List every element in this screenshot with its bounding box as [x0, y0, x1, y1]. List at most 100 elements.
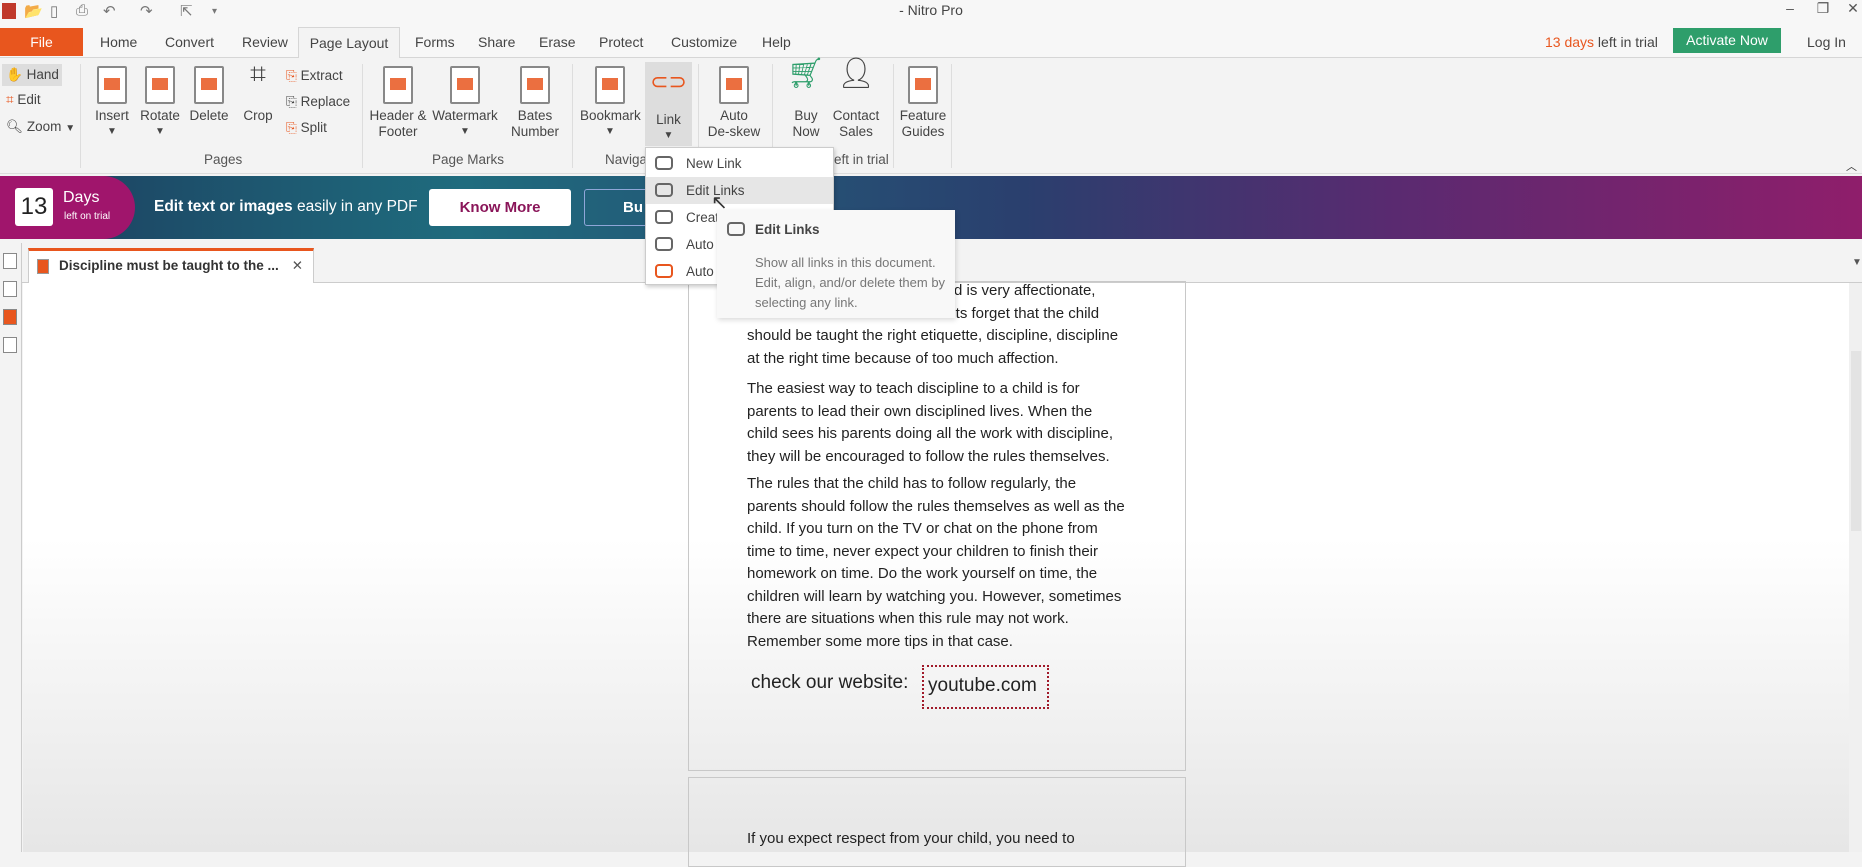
tab-home[interactable]: Home	[100, 34, 137, 50]
feature-guides-label: Feature Guides	[899, 108, 947, 139]
pages-panel-icon[interactable]	[3, 253, 17, 269]
youtube-link[interactable]: youtube.com	[922, 665, 1049, 709]
crop-icon: ⌗	[250, 58, 266, 89]
tab-customize[interactable]: Customize	[671, 34, 737, 50]
bookmarks-panel-icon[interactable]	[3, 309, 17, 325]
text-line: they will be encouraged to follow the ru…	[747, 447, 1110, 465]
tab-protect[interactable]: Protect	[599, 34, 643, 50]
tab-help[interactable]: Help	[762, 34, 791, 50]
link-button[interactable]: ⊂⊃ Link ▼	[645, 62, 692, 146]
paragraph-1-cont: should be taught the right etiquette, di…	[747, 325, 1147, 370]
bookmark-button[interactable]: Bookmark ▼	[580, 66, 641, 140]
website-label: check our website:	[751, 672, 909, 693]
rotate-label: Rotate	[140, 108, 180, 123]
log-in-link[interactable]: Log In	[1807, 34, 1846, 50]
mouse-cursor-icon: ↖	[711, 192, 728, 214]
text-line: children will learn by watching you. How…	[747, 587, 1122, 605]
document-tab[interactable]: Discipline must be taught to the ... ✕	[28, 248, 314, 284]
trial-days: 13 days	[1545, 34, 1595, 50]
vertical-scrollbar[interactable]	[1849, 283, 1862, 852]
header-footer-button[interactable]: Header & Footer	[368, 66, 428, 140]
delete-button[interactable]: Delete	[187, 66, 231, 124]
bates-number-button[interactable]: Bates Number	[505, 66, 565, 140]
contact-sales-label: Contact Sales	[832, 108, 880, 139]
paragraph-2: The easiest way to teach discipline to a…	[747, 378, 1147, 468]
crop-button[interactable]: ⌗ Crop	[236, 58, 280, 124]
group-label-page-marks: Page Marks	[432, 152, 505, 167]
tab-share[interactable]: Share	[478, 34, 515, 50]
split-button[interactable]: ⎘ Split	[286, 120, 327, 136]
edit-links-icon	[655, 183, 673, 197]
crop-label: Crop	[243, 108, 273, 123]
separator	[893, 64, 894, 168]
hand-icon: ✋	[6, 67, 23, 82]
menu-item-label: Auto	[686, 264, 714, 279]
text-line: parents should follow the rules themselv…	[747, 497, 1125, 515]
auto-deskew-label: Auto De-skew	[707, 108, 761, 139]
feature-guides-button[interactable]: Feature Guides	[898, 66, 948, 140]
extract-button[interactable]: ⎘ Extract	[286, 68, 343, 84]
paragraph-1: hild is very affectionate, ents forget th…	[939, 280, 1339, 325]
separator	[572, 64, 573, 168]
insert-button[interactable]: Insert ▼	[90, 66, 134, 140]
zoom-tool[interactable]: 🔍︎ Zoom ▼	[6, 119, 75, 135]
tab-forms[interactable]: Forms	[415, 34, 455, 50]
title-bar: 📂 ▯ ⎙ ↶ ↷ ⇱ ▾ - Nitro Pro – ❐ ✕	[0, 0, 1862, 26]
pdf-page: hild is very affectionate, ents forget th…	[688, 281, 1186, 771]
collapse-ribbon-icon[interactable]: ︿	[1846, 158, 1857, 174]
watermark-label: Watermark	[432, 108, 498, 123]
zoom-label: Zoom	[26, 119, 62, 134]
text-line: Remember some more tips in that case.	[747, 632, 1013, 650]
banner-bold: Edit text or images	[154, 198, 293, 215]
header-footer-label: Header & Footer	[369, 108, 427, 139]
security-panel-icon[interactable]	[3, 337, 17, 353]
tab-page-layout[interactable]: Page Layout	[298, 27, 400, 59]
restore-button[interactable]: ❐	[1808, 0, 1838, 17]
replace-button[interactable]: ⎘ Replace	[286, 94, 350, 110]
rotate-button[interactable]: Rotate ▼	[138, 66, 182, 140]
auto-deskew-button[interactable]: Auto De-skew	[704, 66, 764, 140]
menu-item-new-link[interactable]: New Link	[646, 150, 833, 177]
ribbon: ✋ Hand ⌗ Edit 🔍︎ Zoom ▼ Insert ▼ Rotate ▼ …	[0, 58, 1862, 174]
close-tab-button[interactable]: ✕	[292, 251, 303, 281]
activate-now-button[interactable]: Activate Now	[1673, 28, 1781, 53]
banner-text: Edit text or images easily in any PDF	[154, 198, 418, 216]
text-line: hild is very affectionate,	[939, 282, 1096, 299]
text-line: should be taught the right etiquette, di…	[747, 327, 1119, 344]
hand-tool[interactable]: ✋ Hand	[2, 64, 62, 86]
minimize-button[interactable]: –	[1775, 0, 1805, 16]
group-label-pages: Pages	[204, 152, 243, 167]
scrollbar-thumb[interactable]	[1851, 351, 1861, 531]
tooltip-body: Show all links in this document. Edit, a…	[755, 255, 946, 310]
edit-tool[interactable]: ⌗ Edit	[6, 92, 41, 108]
hand-label: Hand	[26, 67, 59, 82]
comments-panel-icon[interactable]	[3, 281, 17, 297]
separator	[362, 64, 363, 168]
trial-suffix: left in trial	[1594, 34, 1658, 50]
pdf-file-icon	[37, 259, 49, 274]
buy-now-button[interactable]: 🛒︎ Buy Now	[782, 59, 830, 140]
replace-icon: ⎘	[286, 94, 297, 109]
deskew-icon	[719, 66, 749, 104]
contact-sales-button[interactable]: 👤︎ Contact Sales	[830, 59, 882, 140]
text-line: child. If you turn on the TV or chat on …	[747, 520, 1098, 537]
tab-file[interactable]: File	[0, 28, 83, 56]
close-button[interactable]: ✕	[1838, 0, 1862, 17]
days-sub: left on trial	[64, 211, 111, 222]
know-more-button[interactable]: Know More	[429, 189, 571, 226]
document-viewer: hild is very affectionate, ents forget th…	[23, 281, 1849, 867]
tab-convert[interactable]: Convert	[165, 34, 214, 50]
watermark-button[interactable]: Watermark ▼	[432, 66, 498, 140]
auto-link-icon	[655, 237, 673, 251]
tab-list-chevron-icon[interactable]: ▼	[1852, 257, 1862, 268]
tab-erase[interactable]: Erase	[539, 34, 576, 50]
link-icon: ⊂⊃	[650, 69, 687, 94]
left-panel-bar	[0, 243, 22, 852]
link-label: Link	[656, 112, 681, 127]
header-footer-icon	[383, 66, 413, 104]
new-link-icon	[655, 156, 673, 170]
menu-item-edit-links[interactable]: Edit Links	[646, 177, 833, 204]
days-label: Days	[63, 189, 100, 206]
tab-review[interactable]: Review	[242, 34, 288, 50]
watermark-icon	[450, 66, 480, 104]
